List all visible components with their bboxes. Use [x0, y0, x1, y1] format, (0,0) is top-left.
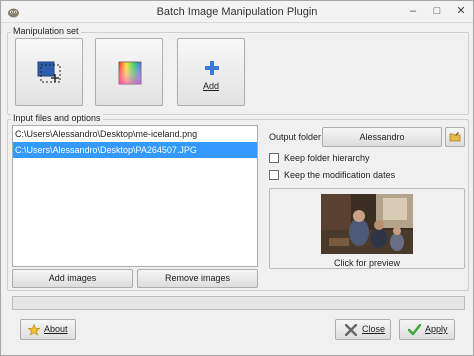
apply-label: Apply: [425, 324, 448, 334]
preview-button[interactable]: Click for preview: [269, 188, 465, 269]
add-label: Add: [202, 81, 219, 91]
add-images-button[interactable]: Add images: [12, 269, 133, 288]
manipulation-set-title: Manipulation set: [11, 26, 81, 37]
plus-icon: [205, 61, 219, 75]
title-bar[interactable]: Batch Image Manipulation Plugin – □ ✕: [1, 1, 473, 23]
color-correction-button[interactable]: [95, 38, 163, 106]
output-folder-label: Output folder: [269, 132, 322, 142]
keep-dates-label[interactable]: Keep the modification dates: [284, 170, 395, 180]
folder-icon: [449, 132, 461, 142]
preview-thumbnail: [321, 194, 413, 254]
file-list-item-selected[interactable]: C:\Users\Alessandro\Desktop\PA264507.JPG: [13, 142, 257, 158]
resize-manipulation-button[interactable]: [15, 38, 83, 106]
minimize-button[interactable]: –: [401, 1, 425, 22]
maximize-button[interactable]: □: [425, 1, 449, 22]
keep-hierarchy-label[interactable]: Keep folder hierarchy: [284, 153, 370, 163]
star-icon: [28, 324, 40, 336]
keep-hierarchy-checkbox[interactable]: [269, 153, 279, 163]
color-gradient-icon: [118, 61, 142, 85]
close-icon: [345, 324, 357, 336]
input-files-title: Input files and options: [11, 113, 103, 124]
progress-bar: [12, 296, 465, 310]
keep-dates-checkbox[interactable]: [269, 170, 279, 180]
output-folder-chooser[interactable]: Alessandro: [322, 127, 442, 147]
apply-button[interactable]: Apply: [399, 319, 455, 340]
close-label: Close: [362, 324, 386, 334]
browse-folder-button[interactable]: [445, 127, 465, 147]
file-list[interactable]: C:\Users\Alessandro\Desktop\me-iceland.p…: [12, 125, 258, 267]
preview-label: Click for preview: [333, 258, 400, 268]
bimp-window: Batch Image Manipulation Plugin – □ ✕ Ma…: [0, 0, 474, 356]
remove-images-button[interactable]: Remove images: [137, 269, 258, 288]
about-label: About: [44, 324, 68, 334]
add-manipulation-button[interactable]: Add: [177, 38, 245, 106]
checkmark-icon: [408, 324, 421, 336]
resize-icon: [37, 61, 61, 83]
close-button[interactable]: Close: [335, 319, 391, 340]
file-list-item[interactable]: C:\Users\Alessandro\Desktop\me-iceland.p…: [13, 126, 257, 142]
close-window-button[interactable]: ✕: [449, 1, 473, 22]
about-button[interactable]: About: [20, 319, 76, 340]
